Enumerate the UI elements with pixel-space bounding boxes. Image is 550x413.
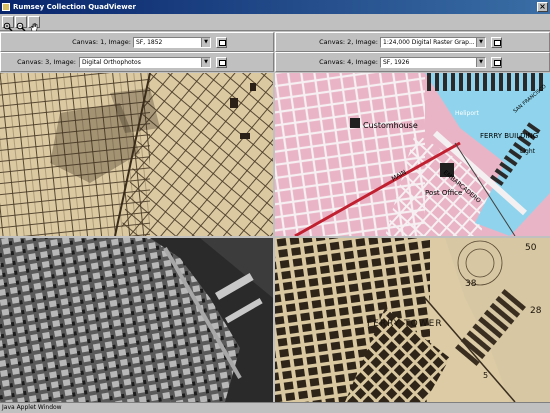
canvas-4-map[interactable]: FERRY TOWER 50 38 28 5 <box>275 238 550 402</box>
canvas-4-image-select[interactable]: SF, 1926 ▼ <box>380 57 486 68</box>
status-bar: Java Applet Window <box>0 402 550 413</box>
canvas-4-control: Canvas: 4, Image: SF, 1926 ▼ <box>275 52 550 72</box>
chevron-down-icon: ▼ <box>201 58 210 67</box>
window-icon <box>219 60 226 66</box>
window-icon <box>494 40 501 46</box>
canvas-3-selected-value: Digital Orthophotos <box>82 59 141 66</box>
window-icon <box>219 40 226 46</box>
canvas-1-selected-value: SF, 1852 <box>136 39 163 46</box>
post-office-label: Post Office <box>425 189 462 197</box>
canvas-1-control: Canvas: 1, Image: SF, 1852 ▼ <box>0 32 274 52</box>
chevron-down-icon: ▼ <box>201 38 210 47</box>
canvas-1-label: Canvas: 1, Image: <box>72 38 131 46</box>
orthophoto-image <box>0 238 273 402</box>
zoom-in-button[interactable] <box>2 16 14 32</box>
depth-28-label: 28 <box>530 306 542 316</box>
depth-50-label: 50 <box>525 243 537 253</box>
canvas-2-detach-button[interactable] <box>491 37 502 48</box>
title-bar: Rumsey Collection QuadViewer × <box>0 0 550 14</box>
map-1852-image <box>0 73 273 236</box>
zoom-out-button[interactable] <box>15 16 27 32</box>
canvas-2-map[interactable]: Customhouse FERRY BUILDING Light Post Of… <box>275 73 550 236</box>
depth-38-label: 38 <box>465 279 477 289</box>
canvas-4-selected-value: SF, 1926 <box>383 59 410 66</box>
canvas-1-map[interactable] <box>0 73 273 236</box>
heliport-label: Heliport <box>455 110 479 117</box>
map-1926-image: FERRY TOWER 50 38 28 5 <box>275 238 550 402</box>
status-text: Java Applet Window <box>2 404 62 411</box>
canvas-1-image-select[interactable]: SF, 1852 ▼ <box>133 37 211 48</box>
ferry-building-label: FERRY BUILDING <box>480 132 538 140</box>
canvas-controls: Canvas: 1, Image: SF, 1852 ▼ Canvas: 2, I… <box>0 31 550 73</box>
light-label: Light <box>520 148 536 155</box>
window-icon <box>494 60 501 66</box>
pan-button[interactable] <box>28 16 40 32</box>
toolbar <box>0 14 550 32</box>
ferry-tower-label: FERRY TOWER <box>367 319 443 329</box>
canvas-3-detach-button[interactable] <box>216 57 227 68</box>
depth-5-label: 5 <box>483 371 488 380</box>
canvas-2-image-select[interactable]: 1:24,000 Digital Raster Grap... ▼ <box>380 37 486 48</box>
canvas-2-selected-value: 1:24,000 Digital Raster Grap... <box>383 39 475 46</box>
canvas-3-map[interactable] <box>0 238 273 402</box>
canvas-4-label: Canvas: 4, Image: <box>319 58 378 66</box>
app-icon <box>2 3 10 11</box>
chevron-down-icon: ▼ <box>476 38 485 47</box>
canvas-3-control: Canvas: 3, Image: Digital Orthophotos ▼ <box>0 52 274 72</box>
canvas-3-label: Canvas: 3, Image: <box>17 58 76 66</box>
map-drg-image: Customhouse FERRY BUILDING Light Post Of… <box>275 73 550 236</box>
canvas-1-detach-button[interactable] <box>216 37 227 48</box>
customhouse-label: Customhouse <box>363 121 418 130</box>
window-title: Rumsey Collection QuadViewer <box>13 3 136 11</box>
chevron-down-icon: ▼ <box>476 58 485 67</box>
canvas-2-label: Canvas: 2, Image: <box>319 38 378 46</box>
canvas-2-control: Canvas: 2, Image: 1:24,000 Digital Raste… <box>275 32 550 52</box>
canvas-3-image-select[interactable]: Digital Orthophotos ▼ <box>79 57 211 68</box>
canvas-4-detach-button[interactable] <box>491 57 502 68</box>
close-button[interactable]: × <box>537 2 548 12</box>
